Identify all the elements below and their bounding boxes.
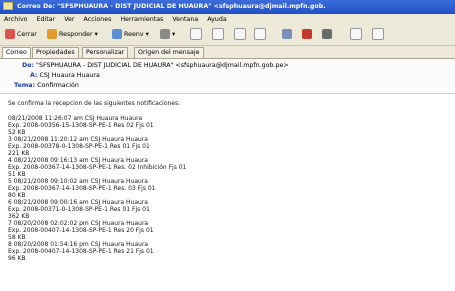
menu-bar: Archivo Editar Ver Acciones Herramientas… — [0, 14, 455, 25]
message-header: De: "SFSPHUAURA - DIST JUDICIAL DE HUAUR… — [0, 59, 455, 94]
toolbar: Cerrar Responder ▾ Reenv ▾ ▾ — [0, 25, 455, 46]
message-line: Exp. 2008-00367-14-1308-SP-PE-1 Res. 03 … — [8, 185, 156, 192]
from-value[interactable]: "SFSPHUAURA - DIST JUDICIAL DE HUAURA" <… — [36, 62, 289, 69]
message-line: Exp. 2008-00407-14-1308-SP-PE-1 Res 21 F… — [8, 248, 154, 255]
view-icon — [350, 28, 362, 40]
message-line: 221 KB — [8, 150, 30, 157]
to-row: A: CSJ Huaura Huaura — [30, 72, 100, 79]
message-line: 80 KB — [8, 192, 26, 199]
forward-icon — [112, 29, 122, 39]
message-body[interactable]: Se confirma la recepcion de las siguient… — [0, 94, 455, 291]
message-line: 96 KB — [8, 255, 26, 262]
subject-label: Tema: — [14, 82, 36, 89]
reply-button[interactable]: Responder ▾ — [47, 28, 98, 42]
copy-icon — [234, 28, 246, 40]
menu-acciones[interactable]: Acciones — [84, 16, 112, 23]
menu-archivo[interactable]: Archivo — [4, 16, 28, 23]
view-button[interactable] — [350, 28, 362, 42]
from-label: De: — [22, 62, 35, 69]
message-line: 362 KB — [8, 213, 30, 220]
tab-correo[interactable]: Correo — [2, 47, 31, 58]
paperclip-icon — [282, 29, 292, 39]
menu-ventana[interactable]: Ventana — [172, 16, 198, 23]
options-button[interactable] — [372, 28, 384, 42]
message-intro: Se confirma la recepcion de las siguient… — [8, 100, 181, 107]
menu-ayuda[interactable]: Ayuda — [207, 16, 226, 23]
message-line: 6 08/21/2008 09:00:16 am CSJ Huaura Huau… — [8, 199, 148, 206]
arrow-left-icon — [212, 28, 224, 40]
menu-ver[interactable]: Ver — [64, 16, 74, 23]
next-button[interactable] — [190, 28, 202, 42]
to-value[interactable]: CSJ Huaura Huaura — [40, 72, 100, 79]
tab-origen[interactable]: Origen del mensaje — [134, 47, 204, 58]
options-icon — [372, 28, 384, 40]
message-line: Exp. 2008-00367-14-1308-SP-PE-1 Res. 02 … — [8, 164, 187, 171]
close-icon — [5, 29, 15, 39]
tab-propiedades[interactable]: Propiedades — [32, 47, 79, 58]
printer-icon — [160, 29, 170, 39]
subject-value: Confirmación — [37, 82, 79, 89]
flag-icon — [302, 29, 312, 39]
message-line: 5 08/21/2008 09:10:02 am CSJ Huaura Huau… — [8, 178, 148, 185]
message-tabs: Correo Propiedades Personalizar Origen d… — [0, 46, 455, 59]
close-button[interactable]: Cerrar — [5, 28, 37, 42]
message-line: 51 KB — [8, 171, 26, 178]
copy-button[interactable] — [234, 28, 246, 42]
window-title: Correo De: "SFSPHUAURA - DIST JUDICIAL D… — [17, 3, 326, 10]
message-line: Exp. 2008-00356-15-1308-SP-PE-1 Res 02 F… — [8, 122, 154, 129]
reply-icon — [47, 29, 57, 39]
flag-button[interactable] — [302, 28, 312, 42]
email-window: Correo De: "SFSPHUAURA - DIST JUDICIAL D… — [0, 0, 455, 291]
message-line: 3 08/21/2008 11:20:12 am CSJ Huaura Huau… — [8, 136, 148, 143]
save-button[interactable] — [254, 28, 266, 42]
message-line: 7 08/20/2008 02:02:02 pm CSJ Huaura Huau… — [8, 220, 149, 227]
from-row: De: "SFSPHUAURA - DIST JUDICIAL DE HUAUR… — [22, 62, 289, 69]
message-line: 08/21/2008 11:26:07 am CSJ Huaura Huaura — [8, 115, 143, 122]
delete-icon — [322, 29, 332, 39]
to-label: A: — [30, 72, 38, 79]
forward-button[interactable]: Reenv ▾ — [112, 28, 149, 42]
save-icon — [254, 28, 266, 40]
message-line: 8 08/20/2008 01:54:16 pm CSJ Huaura Huau… — [8, 241, 149, 248]
message-line: 52 KB — [8, 129, 26, 136]
print-button[interactable]: ▾ — [160, 28, 175, 42]
subject-row: Tema: Confirmación — [14, 82, 79, 89]
previous-button[interactable] — [212, 28, 224, 42]
arrow-right-icon — [190, 28, 202, 40]
message-line: 58 KB — [8, 234, 26, 241]
tab-personalizar[interactable]: Personalizar — [82, 47, 129, 58]
message-line: 4 08/21/2008 09:16:13 am CSJ Huaura Huau… — [8, 157, 148, 164]
message-line: Exp. 2008-00371-0-1308-SP-PE-1 Res 01 Fj… — [8, 206, 150, 213]
menu-editar[interactable]: Editar — [37, 16, 56, 23]
delete-button[interactable] — [322, 28, 332, 42]
message-line: Exp. 2008-00378-0-1308-SP-PE-1 Res 01 Fj… — [8, 143, 150, 150]
message-line: Exp. 2008-00407-14-1308-SP-PE-1 Res 20 F… — [8, 227, 154, 234]
attach-button[interactable] — [282, 28, 292, 42]
envelope-icon — [3, 2, 13, 10]
menu-herramientas[interactable]: Herramientas — [120, 16, 163, 23]
title-bar[interactable]: Correo De: "SFSPHUAURA - DIST JUDICIAL D… — [0, 0, 455, 14]
